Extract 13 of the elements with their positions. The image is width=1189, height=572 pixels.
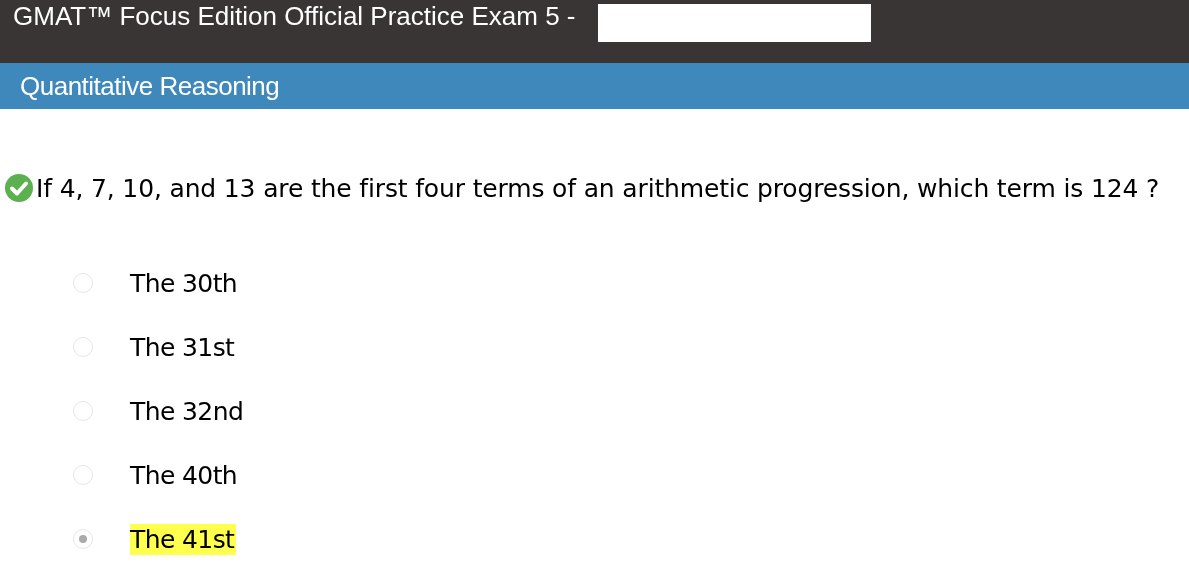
radio-button[interactable]	[73, 273, 93, 293]
answer-option[interactable]: The 40th	[130, 459, 240, 491]
radio-button[interactable]	[73, 337, 93, 357]
answer-option[interactable]: The 32nd	[130, 395, 246, 427]
radio-button[interactable]	[73, 465, 93, 485]
answer-option[interactable]: The 41st	[130, 523, 237, 555]
answer-option[interactable]: The 31st	[130, 331, 237, 363]
radio-button[interactable]	[73, 529, 93, 549]
question-text: If 4, 7, 10, and 13 are the first four terms of an arithmetic progression, which term is 124 ?	[36, 173, 1160, 203]
exam-title: GMAT™ Focus Edition Official Practice Exam 5 -	[13, 1, 576, 32]
section-title: Quantitative Reasoning	[20, 70, 280, 102]
radio-button[interactable]	[73, 401, 93, 421]
answer-option[interactable]: The 30th	[130, 267, 240, 299]
